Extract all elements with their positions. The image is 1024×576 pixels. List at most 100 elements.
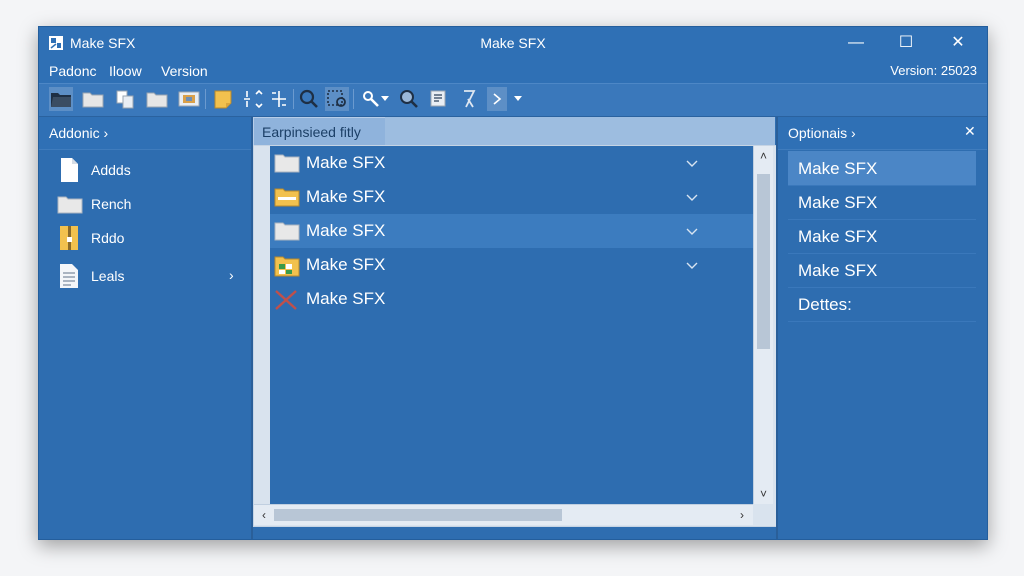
open-folder-button[interactable]	[49, 87, 73, 111]
folder-icon	[82, 92, 104, 108]
close-button[interactable]: ✕	[935, 27, 981, 59]
left-item-label: Rddo	[91, 230, 125, 246]
spreadsheet-icon	[274, 255, 300, 277]
open-folder-icon	[51, 93, 71, 107]
scroll-right-button[interactable]: ›	[734, 507, 750, 523]
list-item[interactable]: Make SFX	[270, 180, 753, 214]
folder-button-2[interactable]	[145, 87, 169, 111]
option-item-label: Make SFX	[798, 261, 878, 280]
search-button[interactable]	[297, 87, 321, 111]
file-list-panel: Make SFX Make SFX Make SFX Make SFX Make…	[253, 145, 777, 527]
center-tab-label: Earpinsieed fitly	[262, 124, 361, 140]
option-item-label: Dettes:	[798, 295, 852, 314]
folder-button[interactable]	[81, 87, 105, 111]
list-item-label: Make SFX	[306, 221, 386, 240]
search-icon	[299, 89, 318, 108]
split-icon	[244, 89, 263, 109]
left-item-rench[interactable]: Rench	[39, 187, 251, 221]
close-icon[interactable]: ✕	[964, 123, 976, 140]
image-button[interactable]	[177, 87, 201, 111]
split-button[interactable]	[241, 87, 265, 111]
left-item-label: Leals	[91, 268, 125, 284]
list-item-label: Make SFX	[306, 153, 386, 172]
center-tab[interactable]: Earpinsieed fitly	[253, 117, 387, 147]
option-item[interactable]: Make SFX	[788, 253, 976, 288]
zoom-select-icon	[327, 90, 346, 107]
toolbar-separator	[353, 89, 354, 109]
option-item[interactable]: Make SFX	[788, 219, 976, 254]
dropdown-icon	[514, 96, 522, 101]
tools-dropdown[interactable]	[379, 87, 391, 111]
maximize-button[interactable]: ☐	[883, 27, 929, 59]
left-panel: Addonic › Addds Rench Rddo Leals ›	[39, 117, 253, 539]
left-item-addds[interactable]: Addds	[39, 153, 251, 187]
vertical-scroll-thumb[interactable]	[757, 174, 770, 349]
dropdown-icon	[381, 96, 389, 101]
chevron-down-icon[interactable]	[686, 257, 698, 269]
option-item-label: Make SFX	[798, 193, 878, 212]
right-panel-header[interactable]: Optionais › ✕	[778, 117, 987, 150]
menu-padonc[interactable]: Padonc	[49, 63, 96, 79]
scroll-up-button[interactable]: ˄	[754, 148, 773, 164]
tab-strip	[385, 117, 775, 145]
chevron-down-icon[interactable]	[686, 189, 698, 201]
toolbar-separator	[293, 89, 294, 109]
copy-files-icon	[116, 90, 134, 109]
merge-icon	[272, 91, 286, 107]
magnifier-icon	[400, 90, 418, 108]
list-item[interactable]: Make SFX	[270, 146, 753, 180]
horizontal-scroll-thumb[interactable]	[274, 509, 562, 521]
merge-button[interactable]	[267, 87, 291, 111]
menu-iloow[interactable]: Iloow	[109, 63, 142, 79]
filter-icon	[464, 90, 476, 108]
chevron-right-icon	[493, 93, 502, 105]
document-icon	[57, 157, 81, 183]
list-item[interactable]: Make SFX	[270, 248, 753, 282]
left-item-label: Addds	[91, 162, 131, 178]
list-item[interactable]: Make SFX	[270, 282, 753, 316]
scroll-down-button[interactable]: ˅	[754, 486, 773, 502]
left-item-label: Rench	[91, 196, 132, 212]
left-item-leals[interactable]: Leals ›	[39, 259, 251, 293]
list-item-label: Make SFX	[306, 255, 386, 274]
magnifier-button[interactable]	[397, 87, 421, 111]
zoom-select-button[interactable]	[325, 87, 349, 111]
left-panel-title: Addonic ›	[49, 125, 109, 141]
toolbar-separator	[205, 89, 206, 109]
copy-files-button[interactable]	[113, 87, 137, 111]
left-item-rddo[interactable]: Rddo	[39, 221, 251, 255]
text-file-icon	[57, 263, 81, 289]
menu-bar: Padonc Iloow Version Version: 25023	[39, 59, 987, 83]
image-icon	[178, 91, 200, 107]
option-item-label: Make SFX	[798, 159, 878, 178]
folder-icon	[57, 191, 83, 217]
toolbar	[39, 83, 987, 117]
filter-button[interactable]	[457, 87, 481, 111]
title-bar[interactable]: Make SFX Make SFX — ☐ ✕	[39, 27, 987, 59]
left-panel-header[interactable]: Addonic ›	[39, 117, 251, 150]
x-mark-icon	[274, 289, 298, 310]
file-list[interactable]: Make SFX Make SFX Make SFX Make SFX Make…	[270, 146, 753, 504]
chevron-down-icon[interactable]	[686, 223, 698, 235]
option-item-details[interactable]: Dettes:	[788, 287, 976, 322]
right-panel: Optionais › ✕ Make SFX Make SFX Make SFX…	[776, 117, 987, 539]
minimize-button[interactable]: —	[833, 27, 879, 59]
vertical-scrollbar[interactable]: ˄ ˅	[753, 146, 773, 504]
note-button[interactable]	[211, 87, 235, 111]
archive-icon	[57, 225, 81, 251]
list-item-label: Make SFX	[306, 289, 386, 308]
scroll-left-button[interactable]: ‹	[256, 507, 272, 523]
option-item[interactable]: Make SFX	[788, 185, 976, 220]
folder-yellow-icon	[274, 187, 300, 207]
option-item-selected[interactable]: Make SFX	[788, 151, 976, 186]
chevron-down-icon[interactable]	[686, 155, 698, 167]
folder-icon	[274, 153, 300, 173]
list-edit-button[interactable]	[427, 87, 451, 111]
menu-version[interactable]: Version	[161, 63, 208, 79]
horizontal-scrollbar[interactable]: ‹ ›	[254, 504, 753, 525]
list-item-selected[interactable]: Make SFX	[270, 214, 753, 248]
toolbar-dropdown[interactable]	[511, 87, 525, 111]
list-item-label: Make SFX	[306, 187, 386, 206]
version-label: Version: 25023	[890, 63, 977, 78]
more-button[interactable]	[487, 87, 507, 111]
